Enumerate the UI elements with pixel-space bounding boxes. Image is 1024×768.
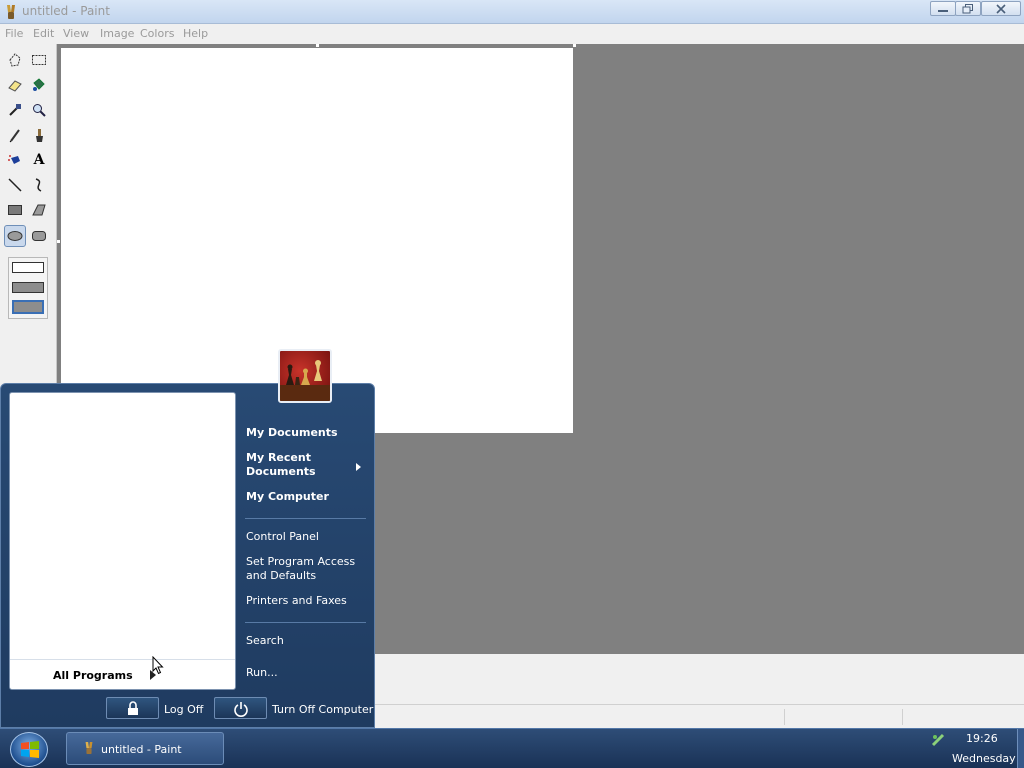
- polygon-icon[interactable]: [28, 199, 50, 221]
- status-divider: [784, 709, 785, 725]
- run-link[interactable]: Run...: [246, 666, 278, 680]
- turn-off-computer-label[interactable]: Turn Off Computer: [272, 703, 373, 716]
- fill-icon[interactable]: [28, 74, 50, 96]
- taskbar-paint-label: untitled - Paint: [101, 743, 182, 756]
- show-desktop-button[interactable]: [1017, 729, 1024, 768]
- turn-off-button[interactable]: [214, 697, 267, 719]
- all-programs-button[interactable]: All Programs: [10, 659, 235, 689]
- menu-separator: [245, 518, 366, 519]
- taskbar-paint-button[interactable]: untitled - Paint: [66, 732, 224, 765]
- menu-separator: [245, 622, 366, 623]
- my-recent-documents-label-line2: Documents: [246, 465, 316, 478]
- outline-fill-option[interactable]: [12, 282, 44, 293]
- brush-icon[interactable]: [28, 124, 50, 146]
- my-recent-documents-link[interactable]: My Recent Documents: [246, 451, 316, 479]
- lock-icon: [128, 701, 138, 715]
- network-tray-icon[interactable]: [931, 733, 945, 750]
- airbrush-icon[interactable]: [4, 149, 26, 171]
- my-documents-link[interactable]: My Documents: [246, 426, 338, 440]
- restore-button[interactable]: [955, 1, 981, 16]
- outline-only-option[interactable]: [12, 262, 44, 273]
- set-program-access-link[interactable]: Set Program Access and Defaults: [246, 555, 355, 583]
- rounded-rectangle-icon[interactable]: [28, 225, 50, 247]
- user-avatar[interactable]: [278, 349, 332, 403]
- paint-app-icon: [4, 4, 18, 20]
- ellipse-icon[interactable]: [4, 225, 26, 247]
- clock-day[interactable]: Wednesday: [952, 752, 1016, 765]
- paint-app-icon: [83, 741, 95, 758]
- submenu-arrow-icon: [356, 461, 361, 474]
- pencil-icon[interactable]: [4, 124, 26, 146]
- all-programs-label: All Programs: [53, 669, 133, 682]
- menu-view[interactable]: View: [63, 27, 89, 40]
- windows-logo-icon: [21, 741, 39, 758]
- free-form-select-icon[interactable]: [4, 49, 26, 71]
- power-icon: [234, 702, 248, 717]
- search-link[interactable]: Search: [246, 634, 284, 648]
- menu-bar: File Edit View Image Colors Help: [0, 24, 1024, 44]
- clock-time[interactable]: 19:26: [966, 732, 998, 745]
- menu-colors[interactable]: Colors: [140, 27, 174, 40]
- color-palette-area: [374, 654, 1024, 704]
- text-icon[interactable]: A: [28, 149, 50, 171]
- minimize-button[interactable]: [930, 1, 956, 16]
- magnifier-icon[interactable]: [28, 99, 50, 121]
- fill-style-options: [8, 257, 48, 319]
- close-button[interactable]: [981, 1, 1021, 16]
- status-bar: [374, 704, 1024, 728]
- set-program-access-label-line1: Set Program Access: [246, 555, 356, 568]
- start-button[interactable]: [10, 732, 48, 767]
- my-computer-link[interactable]: My Computer: [246, 490, 329, 504]
- menu-help[interactable]: Help: [183, 27, 208, 40]
- fill-only-option[interactable]: [12, 300, 44, 314]
- log-off-button[interactable]: [106, 697, 159, 719]
- menu-file[interactable]: File: [5, 27, 23, 40]
- my-recent-documents-label-line1: My Recent: [246, 451, 311, 464]
- line-icon[interactable]: [4, 174, 26, 196]
- curve-icon[interactable]: [28, 174, 50, 196]
- title-bar: untitled - Paint: [0, 0, 1024, 24]
- canvas-resize-handle[interactable]: [573, 44, 576, 47]
- window-title: untitled - Paint: [22, 4, 110, 18]
- status-divider: [902, 709, 903, 725]
- mouse-cursor-icon: [152, 655, 164, 678]
- taskbar: untitled - Paint 19:26 Wednesday: [0, 728, 1024, 768]
- programs-pane: All Programs: [9, 392, 236, 690]
- eraser-icon[interactable]: [4, 74, 26, 96]
- menu-edit[interactable]: Edit: [33, 27, 54, 40]
- printers-and-faxes-link[interactable]: Printers and Faxes: [246, 594, 347, 608]
- select-icon[interactable]: [28, 49, 50, 71]
- log-off-label[interactable]: Log Off: [164, 703, 203, 716]
- set-program-access-label-line2: and Defaults: [246, 569, 317, 582]
- canvas-resize-handle[interactable]: [57, 240, 60, 243]
- pick-color-icon[interactable]: [4, 99, 26, 121]
- control-panel-link[interactable]: Control Panel: [246, 530, 319, 544]
- rectangle-icon[interactable]: [4, 199, 26, 221]
- menu-image[interactable]: Image: [100, 27, 134, 40]
- canvas-resize-handle[interactable]: [316, 44, 319, 47]
